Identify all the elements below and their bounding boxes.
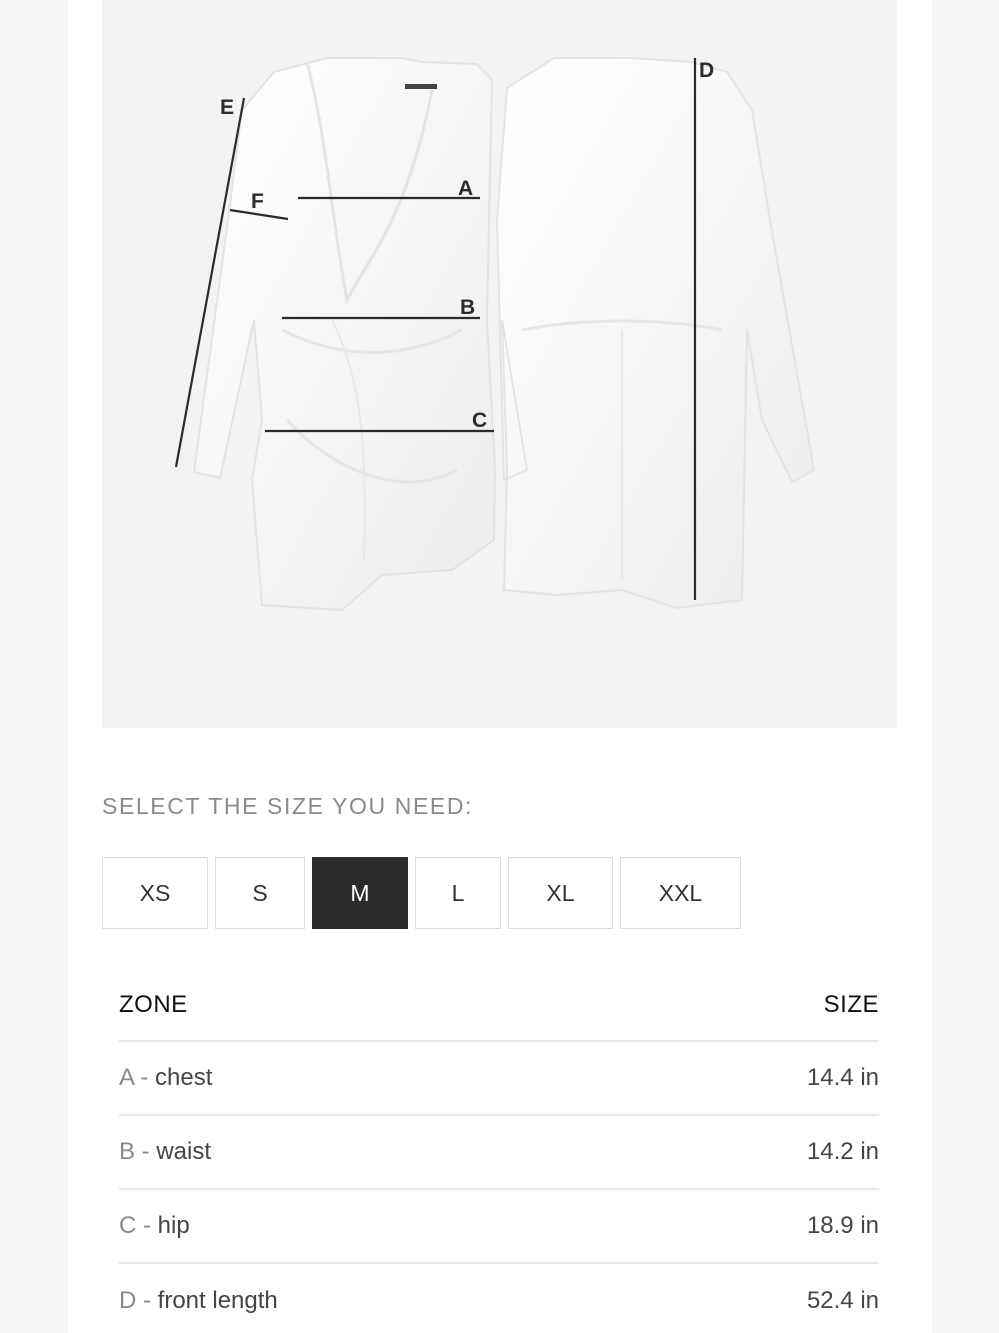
measurement-table: ZONE SIZE A - chest 14.4 in B - waist 14… xyxy=(119,970,879,1333)
table-row: B - waist 14.2 in xyxy=(119,1116,879,1190)
zone-name: chest xyxy=(155,1064,213,1091)
size-heading: SELECT THE SIZE YOU NEED: xyxy=(102,793,474,819)
zone-value: 14.4 in xyxy=(806,1064,879,1091)
front-dress xyxy=(192,57,497,612)
table-row: D - front length 52.4 in xyxy=(119,1264,879,1333)
product-image: E F A B C D xyxy=(102,0,897,728)
zone-separator: - xyxy=(135,1138,157,1165)
back-dress xyxy=(495,57,816,610)
zone-value: 14.2 in xyxy=(806,1138,879,1165)
brand-tag-icon xyxy=(405,84,437,89)
table-row: C - hip 18.9 in xyxy=(119,1190,879,1264)
header-zone: ZONE xyxy=(119,991,188,1018)
zone-code: B xyxy=(119,1138,136,1165)
label-f: F xyxy=(251,190,264,213)
size-button-xs[interactable]: XS xyxy=(102,857,208,929)
zone-separator: - xyxy=(133,1064,156,1091)
zone-name: front length xyxy=(157,1287,278,1314)
label-d: D xyxy=(699,59,714,82)
table-row: A - chest 14.4 in xyxy=(119,1042,879,1116)
zone-cell: D - front length xyxy=(119,1287,278,1315)
zone-separator: - xyxy=(136,1287,158,1314)
size-button-xxl[interactable]: XXL xyxy=(620,857,741,929)
zone-separator: - xyxy=(136,1212,158,1239)
size-button-m[interactable]: M xyxy=(312,857,408,929)
dress-measurement-diagram: E F A B C D xyxy=(174,57,816,612)
zone-cell: A - chest xyxy=(119,1064,212,1092)
size-button-l[interactable]: L xyxy=(415,857,501,929)
label-a: A xyxy=(458,177,473,200)
size-button-xl[interactable]: XL xyxy=(508,857,613,929)
label-c: C xyxy=(472,409,487,432)
zone-cell: B - waist xyxy=(119,1138,211,1166)
zone-name: hip xyxy=(157,1212,190,1239)
zone-cell: C - hip xyxy=(119,1212,190,1240)
table-header: ZONE SIZE xyxy=(119,970,879,1042)
zone-value: 18.9 in xyxy=(806,1212,879,1239)
header-size: SIZE xyxy=(823,991,879,1018)
zone-code: D xyxy=(119,1287,137,1314)
zone-value: 52.4 in xyxy=(806,1287,879,1314)
label-b: B xyxy=(460,296,475,319)
size-button-s[interactable]: S xyxy=(215,857,305,929)
zone-code: C xyxy=(119,1212,137,1239)
zone-name: waist xyxy=(156,1138,212,1165)
label-e: E xyxy=(220,96,234,119)
zone-code: A xyxy=(119,1064,134,1091)
